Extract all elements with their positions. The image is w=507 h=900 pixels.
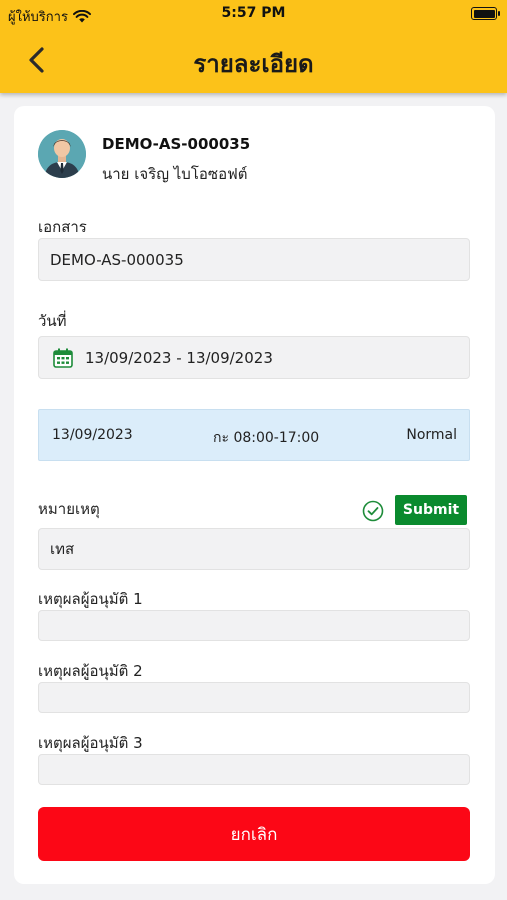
remark-value: เทส — [50, 540, 75, 558]
shift-row: 13/09/2023 กะ 08:00-17:00 Normal — [38, 409, 470, 461]
document-field: DEMO-AS-000035 — [38, 238, 470, 281]
document-value: DEMO-AS-000035 — [50, 250, 184, 269]
battery-icon — [471, 7, 500, 20]
approver-reason-3-label: เหตุผลผู้อนุมัติ 3 — [38, 734, 143, 752]
shift-type: Normal — [406, 427, 457, 443]
approver-reason-2-label: เหตุผลผู้อนุมัติ 2 — [38, 662, 143, 680]
submit-button[interactable]: Submit — [395, 495, 467, 525]
remark-label: หมายเหตุ — [38, 500, 100, 518]
page-title: รายละเอียด — [193, 50, 314, 78]
avatar — [38, 130, 86, 178]
shift-date: 13/09/2023 — [52, 427, 133, 443]
approver-reason-3-field — [38, 754, 470, 785]
employee-name: นาย เจริญ ไบโอซอฟต์ — [102, 165, 248, 183]
profile-doc-id: DEMO-AS-000035 — [102, 135, 251, 153]
check-circle-icon — [362, 500, 384, 526]
detail-card: DEMO-AS-000035 นาย เจริญ ไบโอซอฟต์ เอกสา… — [14, 106, 495, 884]
date-label: วันที่ — [38, 312, 67, 330]
cancel-button[interactable]: ยกเลิก — [38, 807, 470, 861]
shift-time: กะ 08:00-17:00 — [213, 430, 320, 446]
approver-reason-2-field — [38, 682, 470, 713]
approver-reason-1-label: เหตุผลผู้อนุมัติ 1 — [38, 590, 143, 608]
calendar-icon — [53, 348, 73, 368]
status-bar: ผู้ให้บริการ 5:57 PM — [0, 0, 507, 28]
document-label: เอกสาร — [38, 218, 87, 236]
remark-input[interactable]: เทส — [38, 528, 470, 570]
date-range-value: 13/09/2023 - 13/09/2023 — [85, 348, 273, 367]
approver-reason-1-field — [38, 610, 470, 641]
app-header: ผู้ให้บริการ 5:57 PM รายละเอียด — [0, 0, 507, 93]
status-time: 5:57 PM — [221, 5, 286, 21]
date-range-field[interactable]: 13/09/2023 - 13/09/2023 — [38, 336, 470, 379]
